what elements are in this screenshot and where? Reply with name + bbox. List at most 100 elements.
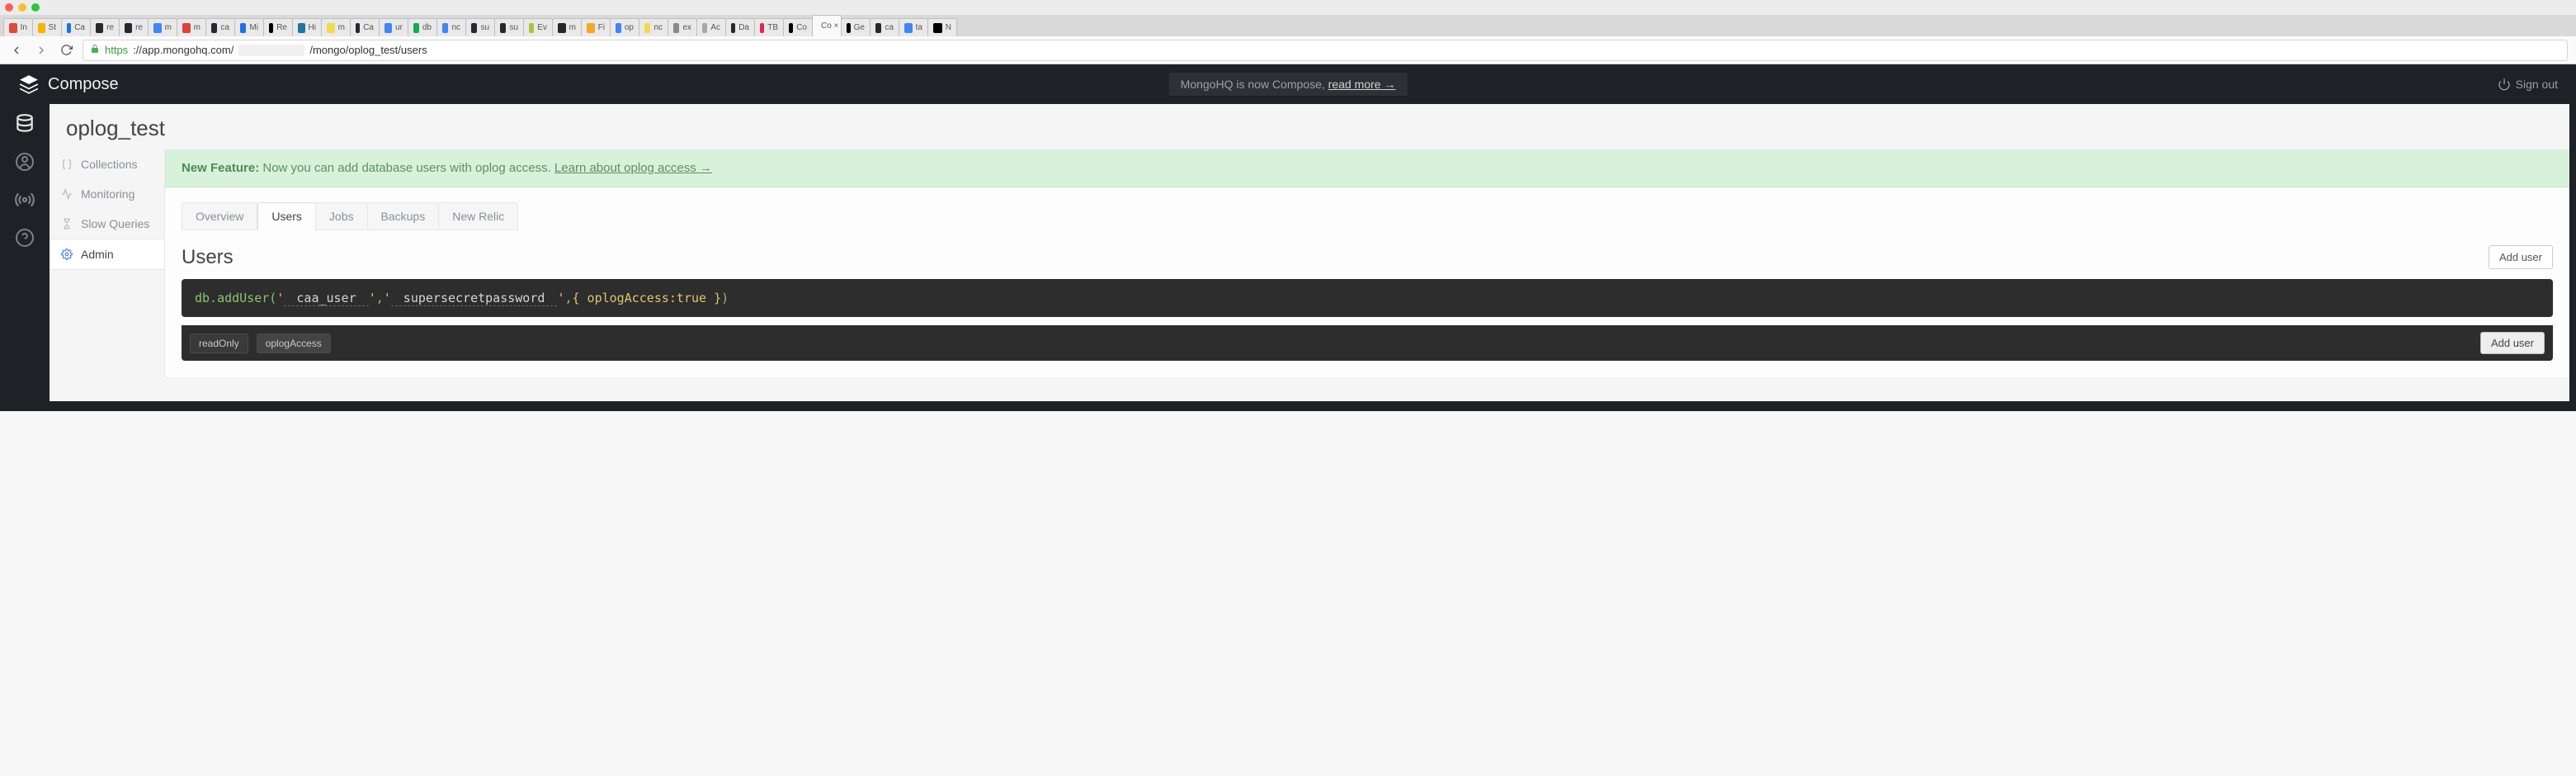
browser-tab[interactable]: Hi <box>292 18 322 36</box>
browser-tab[interactable]: su <box>494 18 524 36</box>
browser-tab[interactable]: m <box>177 18 206 36</box>
announcement-link[interactable]: read more → <box>1328 78 1396 91</box>
tab-jobs[interactable]: Jobs <box>315 202 368 230</box>
sidebar-item-label: Slow Queries <box>81 217 149 230</box>
browser-tab[interactable]: nc <box>436 18 466 36</box>
address-bar[interactable]: https://app.mongohq.com//mongo/oplog_tes… <box>83 40 2568 61</box>
code-comma: , <box>376 291 384 305</box>
tab-users[interactable]: Users <box>257 202 316 230</box>
browser-tab-label: su <box>509 23 518 32</box>
favicon <box>760 23 764 33</box>
favicon <box>240 23 246 33</box>
forward-button[interactable] <box>33 42 50 59</box>
lock-icon <box>90 44 100 56</box>
browser-tab[interactable]: Co × <box>812 15 842 36</box>
rail-databases-icon[interactable] <box>13 112 36 135</box>
browser-tab-label: Ev <box>537 23 547 32</box>
browser-tab[interactable]: op <box>610 18 639 36</box>
browser-tab[interactable]: re <box>119 18 149 36</box>
browser-tab[interactable]: nc <box>639 18 668 36</box>
readonly-toggle[interactable]: readOnly <box>190 334 248 353</box>
browser-tab[interactable]: Fi <box>581 18 611 36</box>
favicon <box>67 23 71 33</box>
browser-tab[interactable]: Ge <box>841 18 870 36</box>
url-scheme: https <box>105 44 128 56</box>
app-body: oplog_test Collections Monitoring <box>0 104 2576 401</box>
add-user-button-bottom[interactable]: Add user <box>2480 332 2545 354</box>
tab-backups[interactable]: Backups <box>367 202 440 230</box>
browser-tab[interactable]: su <box>465 18 495 36</box>
favicon <box>789 23 793 33</box>
browser-tab[interactable]: Co <box>783 18 813 36</box>
browser-tab[interactable]: ca <box>205 18 235 36</box>
browser-tab[interactable]: Da <box>725 18 755 36</box>
rail-help-icon[interactable] <box>13 226 36 249</box>
browser-tab[interactable]: m <box>321 18 351 36</box>
rail-broadcast-icon[interactable] <box>13 188 36 211</box>
browser-tab-label: m <box>569 23 576 32</box>
favicon <box>327 23 335 33</box>
browser-tab-label: Re <box>276 23 287 32</box>
favicon <box>211 23 217 33</box>
browser-tab-label: Ac <box>710 23 720 32</box>
sidebar-item-monitoring[interactable]: Monitoring <box>50 179 164 209</box>
close-window-icon[interactable] <box>5 3 13 12</box>
oplogaccess-toggle[interactable]: oplogAccess <box>257 334 331 353</box>
sidebar-item-slow-queries[interactable]: Slow Queries <box>50 209 164 239</box>
browser-tab-label: Da <box>738 23 749 32</box>
browser-tab[interactable]: TB <box>754 18 784 36</box>
url-account-redacted <box>238 45 304 56</box>
main-area: New Feature: Now you can add database us… <box>165 149 2569 377</box>
zoom-window-icon[interactable] <box>31 3 40 12</box>
browser-tab[interactable]: St <box>32 18 62 36</box>
favicon <box>413 23 419 33</box>
back-button[interactable] <box>8 42 25 59</box>
url-host: ://app.mongohq.com/ <box>133 44 234 56</box>
browser-tab[interactable]: ta <box>899 18 928 36</box>
alert-link[interactable]: Learn about oplog access → <box>554 161 712 175</box>
sidebar-item-admin[interactable]: Admin <box>50 239 164 270</box>
browser-tab[interactable]: N <box>927 18 957 36</box>
browser-tab-label: N <box>946 23 951 32</box>
browser-tab-label: Co × <box>821 21 838 31</box>
browser-tab[interactable]: Ev <box>523 18 553 36</box>
left-rail <box>0 104 50 401</box>
sign-out-link[interactable]: Sign out <box>2498 78 2558 91</box>
browser-tab-label: nc <box>451 23 460 32</box>
browser-tab[interactable]: db <box>408 18 437 36</box>
window-traffic-lights <box>0 0 2576 15</box>
browser-tab[interactable]: re <box>90 18 120 36</box>
browser-tab[interactable]: Mi <box>234 18 264 36</box>
brand[interactable]: Compose <box>18 73 119 95</box>
code-password-input[interactable]: supersecretpassword <box>391 291 558 306</box>
browser-tab-label: ex <box>682 23 691 32</box>
browser-tab-label: su <box>480 23 489 32</box>
browser-tab[interactable]: m <box>148 18 177 36</box>
browser-tab[interactable]: ca <box>870 18 899 36</box>
favicon <box>558 23 566 33</box>
browser-tab[interactable]: In <box>3 18 33 36</box>
sidebar-item-collections[interactable]: Collections <box>50 149 164 179</box>
browser-tab[interactable]: m <box>552 18 582 36</box>
add-user-button-top[interactable]: Add user <box>2489 245 2553 269</box>
sidebar-item-label: Admin <box>81 248 114 261</box>
browser-tab[interactable]: Ac <box>696 18 726 36</box>
tab-new-relic[interactable]: New Relic <box>438 202 518 230</box>
browser-tab-label: Hi <box>309 23 316 32</box>
browser-tab[interactable]: ur <box>379 18 408 36</box>
browser-tab[interactable]: Ca <box>61 18 91 36</box>
browser-tab[interactable]: Re <box>263 18 293 36</box>
code-username-input[interactable]: caa_user <box>284 291 368 306</box>
reload-button[interactable] <box>58 42 74 59</box>
rail-account-icon[interactable] <box>13 150 36 173</box>
tab-overview[interactable]: Overview <box>182 202 257 230</box>
favicon <box>933 23 942 33</box>
favicon <box>847 23 851 33</box>
hourglass-icon <box>61 218 73 229</box>
browser-tab[interactable]: ex <box>668 18 697 36</box>
browser-toolbar: https://app.mongohq.com//mongo/oplog_tes… <box>0 36 2576 64</box>
code-quote: ' <box>369 291 376 305</box>
browser-tab[interactable]: Ca <box>350 18 380 36</box>
minimize-window-icon[interactable] <box>18 3 26 12</box>
browser-tab-label: Mi <box>249 23 258 32</box>
